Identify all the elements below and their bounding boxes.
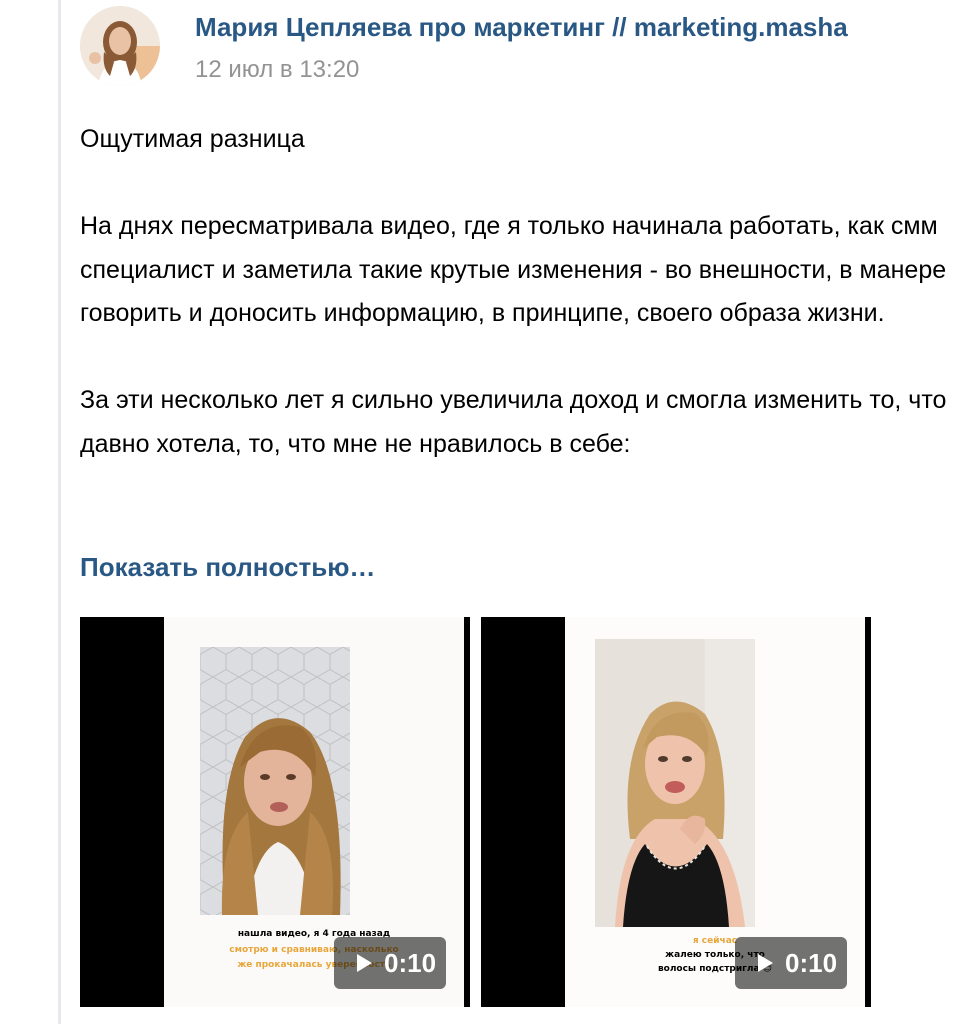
video-attachment[interactable]: нашла видео, я 4 года назад смотрю и сра… <box>80 617 470 1007</box>
wall-post: Мария Цепляева про маркетинг // marketin… <box>0 0 977 1024</box>
video-attachment[interactable]: я сейчас жалею только, что волосы подстр… <box>481 617 871 1007</box>
post-paragraph: На днях пересматривала видео, где я толь… <box>80 212 947 327</box>
video-play-badge[interactable]: 0:10 <box>334 937 447 989</box>
show-more-link[interactable]: Показать полностью… <box>80 552 375 583</box>
author-avatar[interactable] <box>80 6 160 86</box>
avatar-portrait-icon <box>80 6 160 86</box>
video-play-badge[interactable]: 0:10 <box>735 937 848 989</box>
video-preview-image <box>595 639 755 927</box>
play-icon <box>357 954 372 972</box>
video-duration: 0:10 <box>785 947 838 978</box>
woman-portrait-icon <box>595 639 755 927</box>
woman-portrait-icon <box>200 647 350 915</box>
post-paragraph: Ощутимая разница <box>80 125 305 153</box>
post-text: Ощутимая разница На днях пересматривала … <box>80 118 960 466</box>
author-name[interactable]: Мария Цепляева про маркетинг // marketin… <box>195 12 848 43</box>
video-duration: 0:10 <box>384 947 437 978</box>
post-date[interactable]: 12 июл в 13:20 <box>195 56 359 84</box>
post-paragraph: За эти несколько лет я сильно увеличила … <box>80 386 947 458</box>
play-icon <box>758 954 773 972</box>
video-preview-image <box>200 647 350 915</box>
